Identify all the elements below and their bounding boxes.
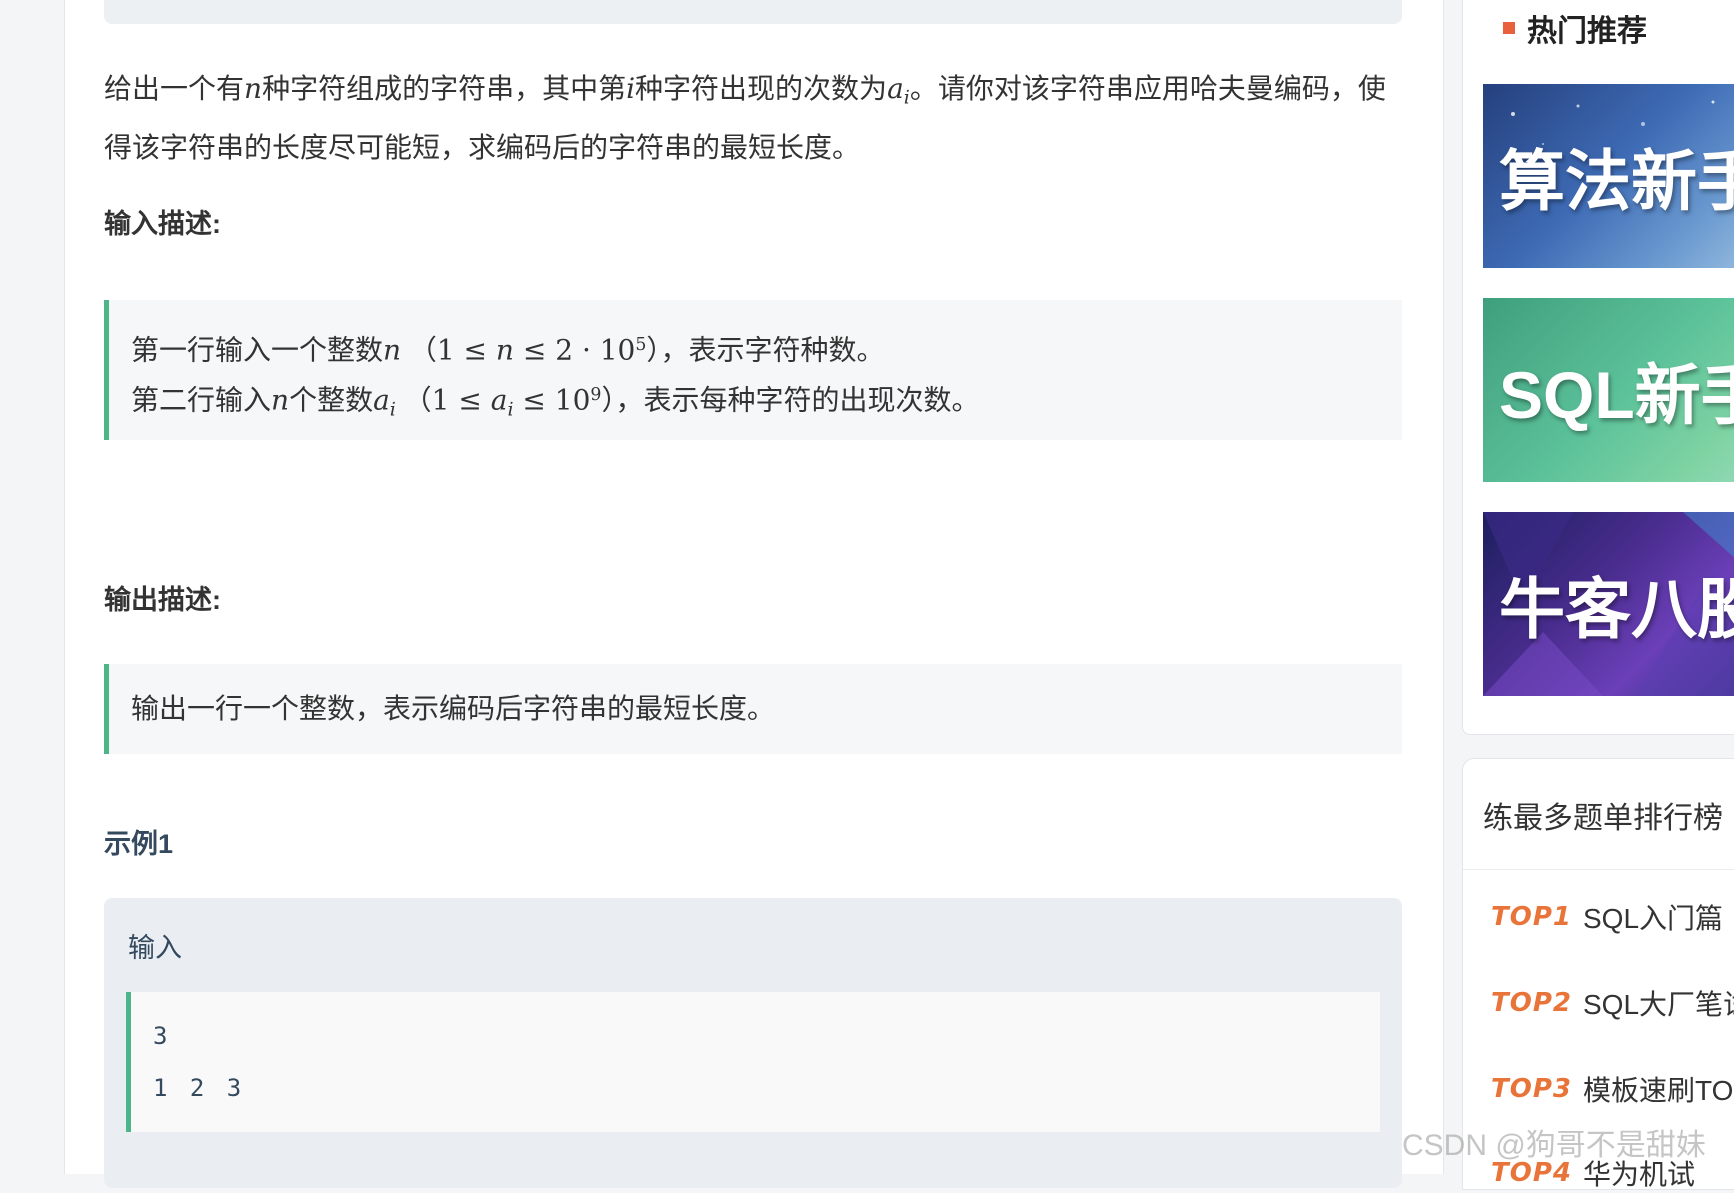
desc-var-i: i [626, 72, 636, 105]
banner-text: 算法新手 [1499, 144, 1734, 218]
example-input-label: 输入 [128, 933, 182, 963]
top-badge-icon: TOP1 [1491, 902, 1572, 932]
problem-header-box [104, 0, 1402, 24]
output-description-title: 输出描述: [104, 585, 221, 615]
divider [1463, 869, 1734, 870]
input-line-2: 第二行输入n个整数ai （1 ≤ ai ≤ 109），表示每种字符的出现次数。 [131, 383, 980, 421]
banner-text: SQL新手 [1499, 358, 1734, 432]
ranking-label: SQL入门篇 [1583, 903, 1724, 934]
input-line-1: 第一行输入一个整数n （1 ≤ n ≤ 2 · 105），表示字符种数。 [131, 333, 885, 367]
code-line: 3 [153, 1022, 168, 1050]
output-line: 输出一行一个整数，表示编码后字符串的最短长度。 [131, 693, 776, 724]
output-description-block: 输出一行一个整数，表示编码后字符串的最短长度。 [104, 664, 1402, 754]
desc-text: 种字符组成的字符串，其中第 [262, 73, 627, 104]
ranking-label: 模板速刷TOP [1583, 1075, 1734, 1106]
input-description-title: 输入描述: [104, 209, 221, 239]
banner-text: 牛客八股 [1499, 572, 1734, 646]
hot-recommend-title: 热门推荐 [1503, 6, 1647, 50]
csdn-watermark: CSDN @狗哥不是甜妹 [1402, 1129, 1706, 1162]
example-box: 输入 3 1 2 3 [104, 898, 1402, 1188]
square-marker-icon [1503, 22, 1515, 34]
ranking-item[interactable]: TOP2 SQL大厂笔试 [1491, 983, 1734, 1023]
ranking-item[interactable]: TOP1 SQL入门篇 [1491, 897, 1723, 937]
desc-text: 种字符出现的次数为 [635, 73, 888, 104]
ranking-label: SQL大厂笔试 [1583, 989, 1734, 1020]
desc-var-a: a [887, 72, 904, 105]
ranking-title: 练最多题单排行榜 [1483, 802, 1723, 835]
desc-var-n: n [244, 72, 263, 105]
hot-recommend-card: 热门推荐 算法新手 SQL新手 牛客八股 [1462, 0, 1734, 735]
banner-sql-newbie[interactable]: SQL新手 [1483, 298, 1734, 482]
banner-algorithm-newbie[interactable]: 算法新手 [1483, 84, 1734, 268]
desc-text: 给出一个有 [104, 73, 245, 104]
problem-description: 给出一个有n种字符组成的字符串，其中第i种字符出现的次数为ai。请你对该字符串应… [104, 64, 1404, 173]
banner-niuke-baguwen[interactable]: 牛客八股 [1483, 512, 1734, 696]
ranking-item[interactable]: TOP3 模板速刷TOP [1491, 1069, 1734, 1109]
example-input-code[interactable]: 3 1 2 3 [126, 992, 1380, 1132]
top-badge-icon: TOP2 [1491, 988, 1572, 1018]
code-line: 1 2 3 [153, 1074, 242, 1102]
input-description-block: 第一行输入一个整数n （1 ≤ n ≤ 2 · 105），表示字符种数。 第二行… [104, 300, 1402, 440]
example-title: 示例1 [104, 829, 174, 859]
top-badge-icon: TOP3 [1491, 1074, 1572, 1104]
